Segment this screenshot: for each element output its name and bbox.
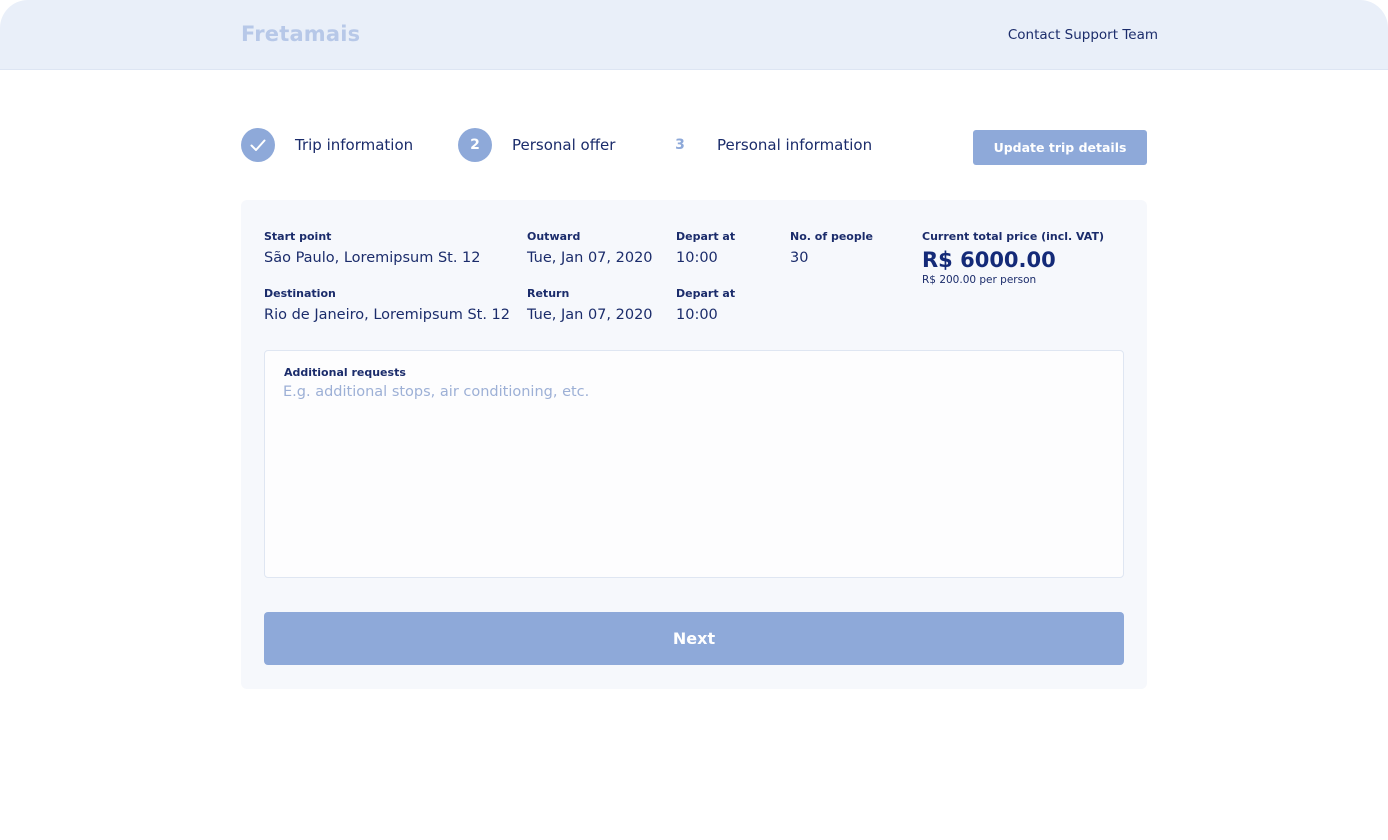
step-trip-information[interactable]: Trip information [241,128,413,162]
page: Fretamais Contact Support Team Trip info… [0,0,1388,840]
additional-requests-box[interactable]: Additional requests [264,350,1124,578]
step-personal-offer[interactable]: 2 Personal offer [458,128,615,162]
additional-requests-input[interactable] [283,384,1103,564]
price-label: Current total price (incl. VAT) [922,230,1104,243]
start-point-label: Start point [264,230,332,243]
step-2-number: 2 [458,128,492,162]
outward-depart-value: 10:00 [676,250,718,266]
step-1-label: Trip information [295,136,414,154]
outward-depart-label: Depart at [676,230,736,243]
return-depart-label: Depart at [676,287,736,300]
destination-field: Destination Rio de Janeiro, Loremipsum S… [264,287,510,323]
check-icon [250,139,266,151]
price-field: Current total price (incl. VAT) R$ 6000.… [922,230,1104,286]
start-point-field: Start point São Paulo, Loremipsum St. 12 [264,230,481,266]
return-value: Tue, Jan 07, 2020 [527,307,653,323]
return-field: Return Tue, Jan 07, 2020 [527,287,653,323]
outward-depart-field: Depart at 10:00 [676,230,735,266]
step-1-circle [241,128,275,162]
price-per-person: R$ 200.00 per person [922,274,1037,286]
return-depart-field: Depart at 10:00 [676,287,735,323]
trip-summary-card: Start point São Paulo, Loremipsum St. 12… [241,200,1147,689]
step-3-label: Personal information [717,136,873,154]
step-personal-information[interactable]: 3 Personal information [663,128,872,162]
outward-field: Outward Tue, Jan 07, 2020 [527,230,653,266]
return-depart-value: 10:00 [676,307,718,323]
total-price: R$ 6000.00 [922,248,1056,272]
start-point-value: São Paulo, Loremipsum St. 12 [264,250,481,266]
logo[interactable]: Fretamais [241,22,360,46]
additional-requests-label: Additional requests [284,366,406,379]
people-label: No. of people [790,230,873,243]
next-button[interactable]: Next [264,612,1124,665]
step-3-number: 3 [675,137,685,153]
people-value: 30 [790,250,809,266]
step-2-label: Personal offer [512,136,616,154]
destination-value: Rio de Janeiro, Loremipsum St. 12 [264,307,511,323]
people-field: No. of people 30 [790,230,873,266]
header: Fretamais Contact Support Team [0,0,1388,70]
destination-label: Destination [264,287,336,300]
update-trip-details-button[interactable]: Update trip details [973,130,1147,165]
outward-label: Outward [527,230,581,243]
outward-value: Tue, Jan 07, 2020 [527,250,653,266]
contact-support-link[interactable]: Contact Support Team [1008,27,1158,43]
return-label: Return [527,287,570,300]
